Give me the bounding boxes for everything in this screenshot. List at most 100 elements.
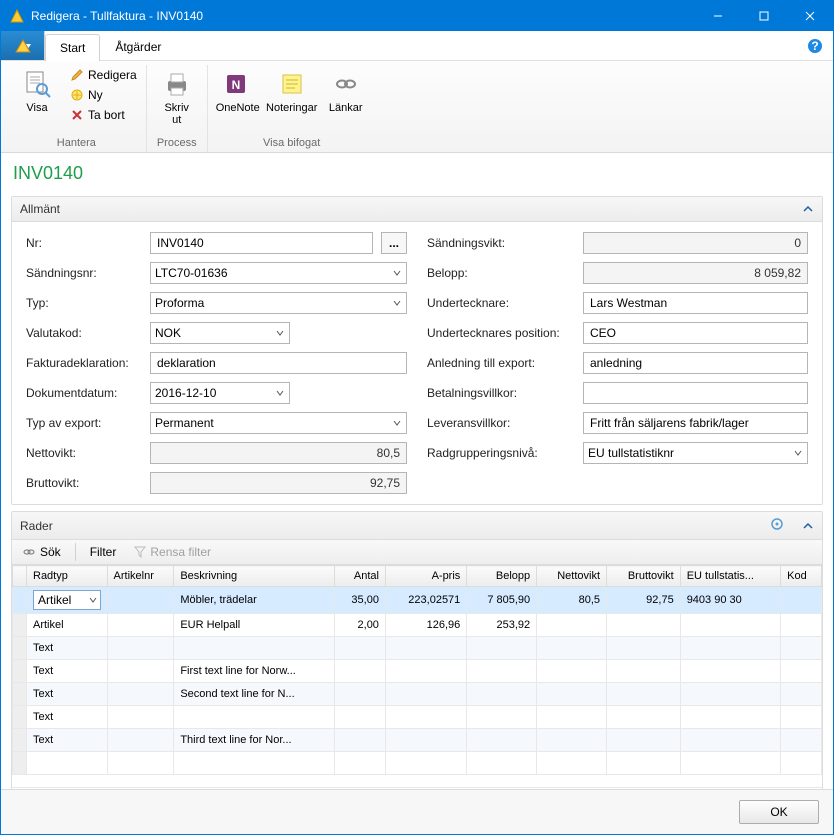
anledning-label: Anledning till export: bbox=[427, 356, 577, 370]
delete-icon bbox=[70, 108, 84, 122]
typ-select[interactable]: Proforma bbox=[150, 292, 407, 314]
chevron-down-icon bbox=[275, 388, 285, 398]
col-eutull[interactable]: EU tullstatis... bbox=[680, 566, 780, 587]
nr-lookup-button[interactable]: ... bbox=[381, 232, 407, 254]
table-row[interactable]: TextThird text line for Nor... bbox=[13, 729, 822, 752]
table-row[interactable]: TextFirst text line for Norw... bbox=[13, 660, 822, 683]
fakturadeklaration-input[interactable] bbox=[150, 352, 407, 374]
betalningsvillkor-label: Betalningsvillkor: bbox=[427, 386, 577, 400]
app-icon bbox=[9, 8, 25, 24]
chevron-down-icon bbox=[88, 595, 98, 605]
chevron-down-icon bbox=[392, 298, 402, 308]
filter-button[interactable]: Filter bbox=[86, 543, 121, 561]
undertecknare-input[interactable] bbox=[583, 292, 808, 314]
visa-button[interactable]: Visa bbox=[11, 65, 63, 117]
new-icon bbox=[70, 88, 84, 102]
col-apris[interactable]: A-pris bbox=[385, 566, 466, 587]
onenote-label: OneNote bbox=[216, 102, 260, 114]
document-title: INV0140 bbox=[11, 161, 823, 190]
undertecknare-label: Undertecknare: bbox=[427, 296, 577, 310]
leveransvillkor-label: Leveransvillkor: bbox=[427, 416, 577, 430]
sandningsvikt-input bbox=[583, 232, 808, 254]
table-row[interactable] bbox=[13, 752, 822, 775]
printer-icon bbox=[162, 69, 192, 99]
col-artikelnr[interactable]: Artikelnr bbox=[107, 566, 174, 587]
belopp-label: Belopp: bbox=[427, 266, 577, 280]
nr-label: Nr: bbox=[26, 236, 144, 250]
sandningsnr-select[interactable]: LTC70-01636 bbox=[150, 262, 407, 284]
table-row[interactable]: TextSecond text line for N... bbox=[13, 683, 822, 706]
tabort-button[interactable]: Ta bort bbox=[65, 105, 142, 125]
application-menu-button[interactable] bbox=[1, 31, 45, 60]
panel-allmant-header[interactable]: Allmänt bbox=[12, 197, 822, 222]
valutakod-select[interactable]: NOK bbox=[150, 322, 290, 344]
undertecknares-position-input[interactable] bbox=[583, 322, 808, 344]
tab-atgarder[interactable]: Åtgärder bbox=[100, 33, 176, 60]
ny-button[interactable]: Ny bbox=[65, 85, 142, 105]
anledning-input[interactable] bbox=[583, 352, 808, 374]
svg-text:N: N bbox=[231, 78, 240, 92]
radgruppering-select[interactable]: EU tullstatistiknr bbox=[583, 442, 808, 464]
col-belopp[interactable]: Belopp bbox=[467, 566, 537, 587]
tab-start[interactable]: Start bbox=[45, 34, 100, 61]
window-title: Redigera - Tullfaktura - INV0140 bbox=[31, 9, 695, 23]
col-nettovikt[interactable]: Nettovikt bbox=[537, 566, 607, 587]
help-button[interactable]: ? bbox=[807, 31, 823, 60]
group-process-label: Process bbox=[157, 135, 197, 152]
ribbon-tabs: Start Åtgärder ? bbox=[1, 31, 833, 61]
group-hantera-label: Hantera bbox=[57, 135, 96, 152]
skriv-ut-button[interactable]: Skriv ut bbox=[151, 65, 203, 129]
redigera-button[interactable]: Redigera bbox=[65, 65, 142, 85]
table-row[interactable]: ArtikelMöbler, trädelar35,00223,025717 8… bbox=[13, 587, 822, 614]
data-grid[interactable]: Radtyp Artikelnr Beskrivning Antal A-pri… bbox=[12, 565, 822, 775]
group-visa-bifogat-label: Visa bifogat bbox=[263, 135, 320, 152]
close-button[interactable] bbox=[787, 1, 833, 31]
gear-button[interactable] bbox=[770, 517, 784, 534]
noteringar-label: Noteringar bbox=[266, 102, 317, 114]
col-kod[interactable]: Kod bbox=[781, 566, 822, 587]
leveransvillkor-input[interactable] bbox=[583, 412, 808, 434]
typavexport-select[interactable]: Permanent bbox=[150, 412, 407, 434]
table-row[interactable]: Text bbox=[13, 706, 822, 729]
noteringar-button[interactable]: Noteringar bbox=[266, 65, 318, 117]
bruttovikt-input bbox=[150, 472, 407, 494]
sandningsnr-label: Sändningsnr: bbox=[26, 266, 144, 280]
sok-button[interactable]: Sök bbox=[18, 543, 65, 561]
table-row[interactable]: ArtikelEUR Helpall2,00126,96253,92 bbox=[13, 614, 822, 637]
valutakod-label: Valutakod: bbox=[26, 326, 144, 340]
chevron-down-icon bbox=[793, 448, 803, 458]
col-antal[interactable]: Antal bbox=[335, 566, 386, 587]
tab-atgarder-label: Åtgärder bbox=[115, 40, 161, 54]
visa-label: Visa bbox=[26, 102, 47, 114]
lankar-label: Länkar bbox=[329, 102, 363, 114]
belopp-input bbox=[583, 262, 808, 284]
table-row[interactable]: Text bbox=[13, 637, 822, 660]
nr-input[interactable] bbox=[150, 232, 373, 254]
betalningsvillkor-input[interactable] bbox=[583, 382, 808, 404]
dokumentdatum-select[interactable]: 2016-12-10 bbox=[150, 382, 290, 404]
maximize-button[interactable] bbox=[741, 1, 787, 31]
col-beskrivning[interactable]: Beskrivning bbox=[174, 566, 335, 587]
chevron-down-icon bbox=[392, 268, 402, 278]
gear-icon bbox=[770, 517, 784, 531]
panel-allmant-title: Allmänt bbox=[20, 202, 802, 216]
chevron-up-icon bbox=[802, 203, 814, 215]
panel-rader-header[interactable]: Rader bbox=[12, 512, 822, 540]
minimize-button[interactable] bbox=[695, 1, 741, 31]
typavexport-label: Typ av export: bbox=[26, 416, 144, 430]
pencil-icon bbox=[70, 68, 84, 82]
rensa-filter-button[interactable]: Rensa filter bbox=[130, 543, 215, 561]
ok-button[interactable]: OK bbox=[739, 800, 819, 824]
col-bruttovikt[interactable]: Bruttovikt bbox=[607, 566, 681, 587]
radtyp-cell-editor[interactable]: Artikel bbox=[33, 590, 101, 610]
col-radtyp[interactable]: Radtyp bbox=[27, 566, 108, 587]
onenote-button[interactable]: N OneNote bbox=[212, 65, 264, 117]
panel-rader: Rader Sök Filter Rensa filter Radtyp Art… bbox=[11, 511, 823, 789]
fakturadeklaration-label: Fakturadeklaration: bbox=[26, 356, 144, 370]
chevron-up-icon bbox=[802, 520, 814, 532]
ribbon: Visa Redigera Ny Ta bort Hantera Skriv u… bbox=[1, 61, 833, 153]
typ-label: Typ: bbox=[26, 296, 144, 310]
panel-allmant: Allmänt Nr:... Sändningsnr: LTC70-01636 T… bbox=[11, 196, 823, 505]
grid-scroll[interactable]: Radtyp Artikelnr Beskrivning Antal A-pri… bbox=[12, 565, 822, 787]
lankar-button[interactable]: Länkar bbox=[320, 65, 372, 117]
